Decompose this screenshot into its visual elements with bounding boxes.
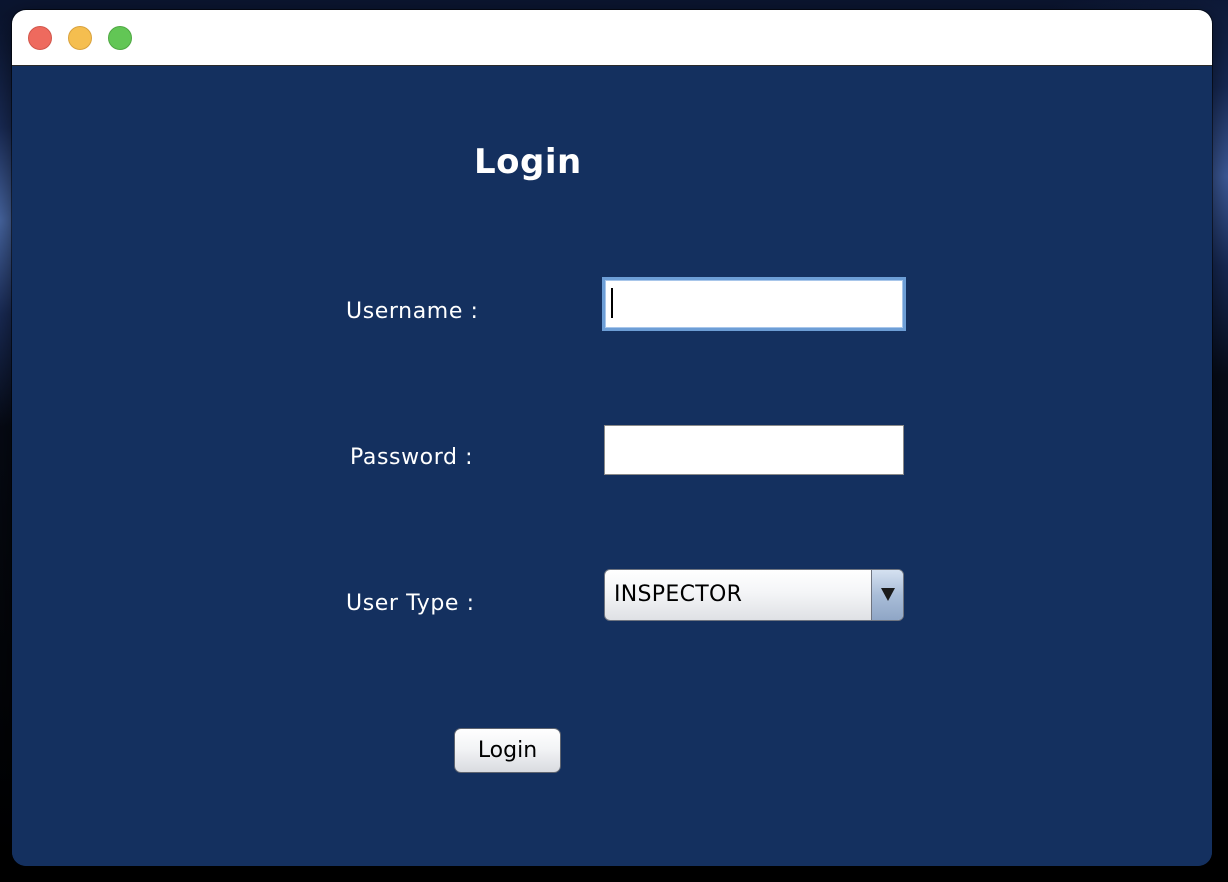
login-window: Login Username : Password : User Type : … (12, 10, 1212, 866)
user-type-selected-value: INSPECTOR (614, 582, 743, 607)
chevron-down-icon (881, 588, 895, 601)
password-input[interactable] (604, 425, 904, 475)
login-panel: Login Username : Password : User Type : … (12, 66, 1212, 866)
page-title: Login (474, 142, 582, 182)
window-titlebar (12, 10, 1212, 66)
window-zoom-button[interactable] (108, 26, 132, 50)
text-caret (611, 288, 613, 318)
user-type-label: User Type : (346, 591, 475, 616)
login-button[interactable]: Login (454, 728, 561, 773)
user-type-select[interactable]: INSPECTOR (604, 569, 904, 621)
username-label: Username : (346, 299, 479, 324)
password-label: Password : (350, 445, 474, 470)
window-minimize-button[interactable] (68, 26, 92, 50)
username-input[interactable] (602, 277, 906, 331)
dropdown-arrow-button[interactable] (871, 570, 903, 620)
window-close-button[interactable] (28, 26, 52, 50)
